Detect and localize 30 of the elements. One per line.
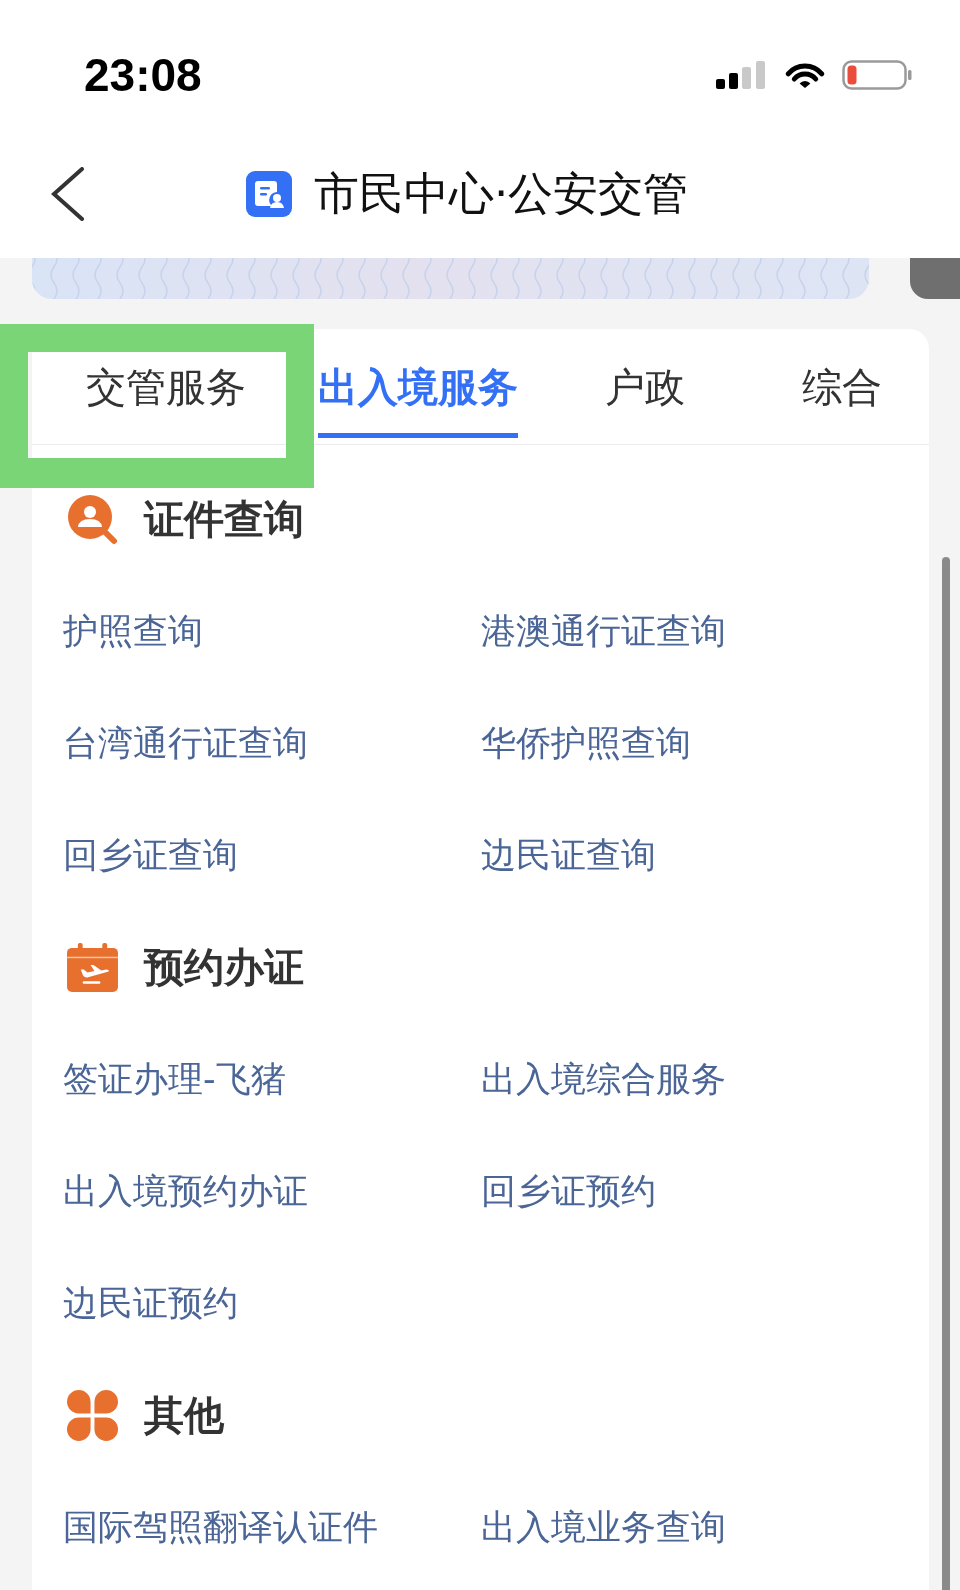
- section-title: 其他: [144, 1391, 224, 1439]
- tab[interactable]: 综合: [801, 363, 882, 438]
- service-link[interactable]: 边民证查询: [481, 833, 656, 877]
- service-link[interactable]: 回乡证预约: [481, 1169, 656, 1213]
- battery-icon: [842, 60, 912, 90]
- service-link[interactable]: 国际驾照翻译认证件: [63, 1505, 378, 1549]
- status-time: 23:08: [84, 49, 202, 101]
- service-link[interactable]: 回乡证查询: [63, 833, 238, 877]
- service-link[interactable]: 签证办理-飞猪: [63, 1057, 286, 1101]
- service-link[interactable]: 出入境综合服务: [481, 1057, 726, 1101]
- service-link[interactable]: 出入境预约办证: [63, 1169, 308, 1213]
- chevron-left-icon[interactable]: [51, 167, 85, 221]
- service-link[interactable]: 港澳通行证查询: [481, 609, 726, 653]
- page-title: 市民中心·公安交管: [314, 166, 689, 222]
- signal-icon: [716, 61, 765, 89]
- clover-icon: [67, 1389, 118, 1441]
- document-person-icon: [246, 171, 292, 217]
- service-link[interactable]: 出入境业务查询: [481, 1505, 726, 1549]
- calendar-plane-icon: [67, 942, 118, 992]
- banner-image: [910, 258, 960, 299]
- service-link[interactable]: 台湾通行证查询: [63, 721, 308, 765]
- tab[interactable]: 交管服务: [86, 363, 246, 438]
- service-link[interactable]: 护照查询: [63, 609, 203, 653]
- section-title: 证件查询: [144, 495, 304, 543]
- tab[interactable]: 户政: [605, 363, 685, 438]
- tab[interactable]: 出入境服务: [318, 363, 518, 438]
- service-link[interactable]: 边民证预约: [63, 1281, 238, 1325]
- service-link[interactable]: 华侨护照查询: [481, 721, 691, 765]
- section-title: 预约办证: [144, 943, 304, 991]
- person-search-icon: [67, 493, 118, 545]
